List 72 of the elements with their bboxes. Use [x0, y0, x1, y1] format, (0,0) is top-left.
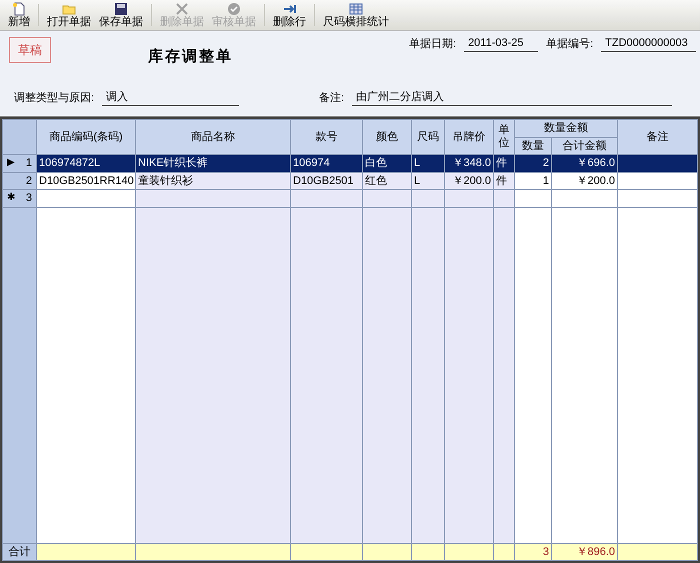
column-header: 吊牌价 [444, 120, 494, 154]
field-label: 调整类型与原因: [14, 90, 94, 106]
table-cell: L [412, 172, 444, 190]
check-icon [227, 2, 241, 16]
column-header: 商品编码(条码) [36, 120, 136, 154]
table-cell [444, 190, 494, 207]
totals-cell [412, 543, 444, 560]
totals-label: 合计 [2, 543, 36, 560]
column-header: 款号 [290, 120, 362, 154]
table-cell: 106974872L [36, 154, 136, 172]
totals-cell [494, 543, 514, 560]
table-cell: 件 [494, 154, 514, 172]
input-field[interactable]: 2011-03-25 [464, 35, 538, 52]
table-cell: 1 [514, 172, 552, 190]
row-header: 2 [2, 172, 36, 190]
row-header: ✱ 3 [2, 190, 36, 207]
table-cell: ￥696.0 [552, 154, 618, 172]
table-cell [514, 190, 552, 207]
arrow-icon [282, 2, 296, 16]
column-header: 尺码 [412, 120, 444, 154]
toolbar-button[interactable]: 打开单据 [43, 0, 95, 30]
field-label: 单据日期: [409, 36, 456, 52]
totals-cell [362, 543, 412, 560]
close-icon [175, 2, 189, 16]
table-cell: 件 [494, 172, 514, 190]
column-header: 单位 [494, 120, 514, 154]
totals-cell [290, 543, 362, 560]
table-cell: D10GB2501RR140 [36, 172, 136, 190]
table-cell [290, 190, 362, 207]
totals-cell: ￥896.0 [552, 543, 618, 560]
corner-header [2, 120, 36, 154]
column-header: 颜色 [362, 120, 412, 154]
input-field[interactable]: 调入 [102, 89, 240, 106]
save-icon [114, 2, 128, 16]
table-cell [412, 190, 444, 207]
table-cell: NIKE针织长裤 [136, 154, 290, 172]
table-row[interactable]: ▶ 1 106974872L NIKE针织长裤 106974 白色 L ￥348.0 件 2 ￥696.0 [2, 154, 698, 172]
column-header: 合计金额 [552, 137, 618, 154]
status-stamp: 草稿 [9, 37, 51, 63]
input-field[interactable]: TZD0000000003 [601, 35, 696, 52]
toolbar-button[interactable]: 尺码横排统计 [319, 0, 393, 30]
toolbar-button[interactable]: 保存单据 [95, 0, 147, 30]
table-cell: ￥200.0 [444, 172, 494, 190]
field-label: 单据编号: [546, 36, 594, 52]
toolbar-button[interactable]: 新增 [4, 0, 34, 30]
form-title: 库存调整单 [148, 47, 233, 67]
field-label: 备注: [319, 90, 344, 106]
table-cell: 童装针织衫 [136, 172, 290, 190]
column-header: 数量金额 [514, 120, 618, 137]
document-icon [12, 2, 26, 16]
table-row[interactable]: 2 D10GB2501RR140 童装针织衫 D10GB2501 红色 L ￥200.0 件 1 ￥200.0 [2, 172, 698, 190]
row-header: ▶ 1 [2, 154, 36, 172]
table-cell: 106974 [290, 154, 362, 172]
input-field[interactable]: 由广州二分店调入 [352, 89, 672, 106]
column-header: 备注 [618, 120, 698, 154]
table-cell: L [412, 154, 444, 172]
table-cell: 白色 [362, 154, 412, 172]
totals-cell [444, 543, 494, 560]
toolbar-button[interactable]: 删除行 [269, 0, 310, 30]
table-row[interactable]: ✱ 3 [2, 190, 698, 207]
column-header: 商品名称 [136, 120, 290, 154]
totals-cell: 3 [514, 543, 552, 560]
table-cell: ￥200.0 [552, 172, 618, 190]
column-header: 数量 [514, 137, 552, 154]
table-cell: D10GB2501 [290, 172, 362, 190]
table-cell [494, 190, 514, 207]
table-cell: 红色 [362, 172, 412, 190]
table-cell: ￥348.0 [444, 154, 494, 172]
table-cell [362, 190, 412, 207]
table-cell [552, 190, 618, 207]
table-icon [349, 2, 363, 16]
table-cell: 2 [514, 154, 552, 172]
